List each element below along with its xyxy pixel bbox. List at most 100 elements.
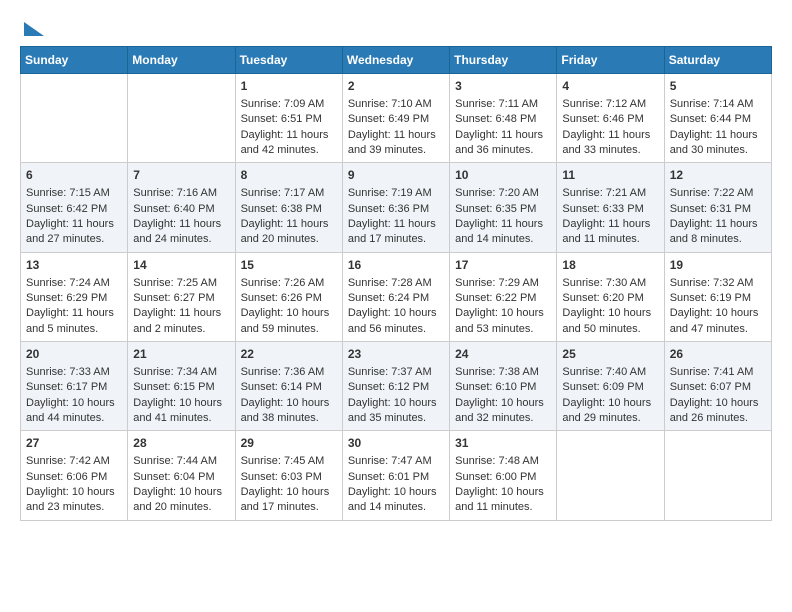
daylight-text: Daylight: 10 hours and 26 minutes. xyxy=(670,397,759,424)
daylight-text: Daylight: 11 hours and 11 minutes. xyxy=(562,218,650,245)
sunrise-text: Sunrise: 7:34 AM xyxy=(133,366,217,378)
sunset-text: Sunset: 6:33 PM xyxy=(562,203,643,215)
sunset-text: Sunset: 6:51 PM xyxy=(241,113,322,125)
daylight-text: Daylight: 10 hours and 32 minutes. xyxy=(455,397,544,424)
sunset-text: Sunset: 6:15 PM xyxy=(133,381,214,393)
calendar-cell: 22 Sunrise: 7:36 AM Sunset: 6:14 PM Dayligh… xyxy=(235,342,342,431)
day-number: 18 xyxy=(562,257,658,274)
calendar-cell: 24 Sunrise: 7:38 AM Sunset: 6:10 PM Dayligh… xyxy=(450,342,557,431)
sunrise-text: Sunrise: 7:20 AM xyxy=(455,187,539,199)
sunset-text: Sunset: 6:29 PM xyxy=(26,292,107,304)
calendar-table: SundayMondayTuesdayWednesdayThursdayFrid… xyxy=(20,46,772,521)
calendar-cell: 10Sunrise: 7:20 AMSunset: 6:35 PMDayligh… xyxy=(450,163,557,252)
day-number: 30 xyxy=(348,435,444,452)
page-header xyxy=(20,20,772,36)
calendar-header-row: SundayMondayTuesdayWednesdayThursdayFrid… xyxy=(21,47,772,74)
sunrise-text: Sunrise: 7:09 AM xyxy=(241,98,325,110)
day-number: 6 xyxy=(26,167,122,184)
daylight-text: Daylight: 10 hours and 14 minutes. xyxy=(348,486,437,513)
day-number: 5 xyxy=(670,78,766,95)
calendar-cell xyxy=(128,74,235,163)
sunset-text: Sunset: 6:12 PM xyxy=(348,381,429,393)
sunset-text: Sunset: 6:44 PM xyxy=(670,113,751,125)
calendar-week-row: 20Sunrise: 7:33 AMSunset: 6:17 PMDayligh… xyxy=(21,342,772,431)
sunset-text: Sunset: 6:07 PM xyxy=(670,381,751,393)
daylight-text: Daylight: 10 hours and 11 minutes. xyxy=(455,486,544,513)
daylight-text: Daylight: 11 hours and 8 minutes. xyxy=(670,218,758,245)
calendar-cell xyxy=(557,431,664,520)
calendar-cell: 25Sunrise: 7:40 AMSunset: 6:09 PMDayligh… xyxy=(557,342,664,431)
sunset-text: Sunset: 6:48 PM xyxy=(455,113,536,125)
calendar-cell: 19Sunrise: 7:32 AMSunset: 6:19 PMDayligh… xyxy=(664,252,771,341)
sunset-text: Sunset: 6:31 PM xyxy=(670,203,751,215)
day-number: 31 xyxy=(455,435,551,452)
day-number: 12 xyxy=(670,167,766,184)
sunrise-text: Sunrise: 7:47 AM xyxy=(348,455,432,467)
sunrise-text: Sunrise: 7:19 AM xyxy=(348,187,432,199)
sunrise-text: Sunrise: 7:25 AM xyxy=(133,277,217,289)
sunset-text: Sunset: 6:46 PM xyxy=(562,113,643,125)
sunrise-text: Sunrise: 7:45 AM xyxy=(241,455,325,467)
sunrise-text: Sunrise: 7:14 AM xyxy=(670,98,754,110)
calendar-cell: 28Sunrise: 7:44 AMSunset: 6:04 PMDayligh… xyxy=(128,431,235,520)
daylight-text: Daylight: 10 hours and 29 minutes. xyxy=(562,397,651,424)
sunset-text: Sunset: 6:24 PM xyxy=(348,292,429,304)
logo xyxy=(20,20,44,36)
calendar-cell: 23Sunrise: 7:37 AMSunset: 6:12 PMDayligh… xyxy=(342,342,449,431)
sunset-text: Sunset: 6:35 PM xyxy=(455,203,536,215)
calendar-week-row: 13Sunrise: 7:24 AMSunset: 6:29 PMDayligh… xyxy=(21,252,772,341)
calendar-cell: 18Sunrise: 7:30 AMSunset: 6:20 PMDayligh… xyxy=(557,252,664,341)
calendar-cell: 11Sunrise: 7:21 AMSunset: 6:33 PMDayligh… xyxy=(557,163,664,252)
sunrise-text: Sunrise: 7:32 AM xyxy=(670,277,754,289)
day-number: 13 xyxy=(26,257,122,274)
calendar-cell: 21Sunrise: 7:34 AMSunset: 6:15 PMDayligh… xyxy=(128,342,235,431)
sunset-text: Sunset: 6:10 PM xyxy=(455,381,536,393)
daylight-text: Daylight: 11 hours and 24 minutes. xyxy=(133,218,221,245)
sunrise-text: Sunrise: 7:26 AM xyxy=(241,277,325,289)
sunset-text: Sunset: 6:38 PM xyxy=(241,203,322,215)
day-number: 22 xyxy=(241,346,337,363)
daylight-text: Daylight: 11 hours and 5 minutes. xyxy=(26,307,114,334)
sunset-text: Sunset: 6:27 PM xyxy=(133,292,214,304)
daylight-text: Daylight: 10 hours and 23 minutes. xyxy=(26,486,115,513)
calendar-cell: 27 Sunrise: 7:42 AM Sunset: 6:06 PM Dayligh… xyxy=(21,431,128,520)
daylight-text: Daylight: 11 hours and 17 minutes. xyxy=(348,218,436,245)
calendar-cell: 3Sunrise: 7:11 AMSunset: 6:48 PMDaylight… xyxy=(450,74,557,163)
calendar-day-header: Friday xyxy=(557,47,664,74)
daylight-text: Daylight: 10 hours and 17 minutes. xyxy=(241,486,330,513)
sunrise-text: Sunrise: 7:16 AM xyxy=(133,187,217,199)
sunrise-text: Sunrise: 7:10 AM xyxy=(348,98,432,110)
sunset-text: Sunset: 6:14 PM xyxy=(241,381,322,393)
daylight-text: Daylight: 10 hours and 38 minutes. xyxy=(241,397,330,424)
calendar-day-header: Tuesday xyxy=(235,47,342,74)
calendar-cell: 4Sunrise: 7:12 AMSunset: 6:46 PMDaylight… xyxy=(557,74,664,163)
day-number: 3 xyxy=(455,78,551,95)
day-number: 17 xyxy=(455,257,551,274)
day-number: 27 xyxy=(26,435,122,452)
day-number: 4 xyxy=(562,78,658,95)
sunrise-text: Sunrise: 7:36 AM xyxy=(241,366,325,378)
calendar-cell: 15Sunrise: 7:26 AMSunset: 6:26 PMDayligh… xyxy=(235,252,342,341)
daylight-text: Daylight: 10 hours and 47 minutes. xyxy=(670,307,759,334)
sunset-text: Sunset: 6:01 PM xyxy=(348,471,429,483)
calendar-cell: 9Sunrise: 7:19 AMSunset: 6:36 PMDaylight… xyxy=(342,163,449,252)
sunrise-text: Sunrise: 7:38 AM xyxy=(455,366,539,378)
daylight-text: Daylight: 11 hours and 2 minutes. xyxy=(133,307,221,334)
calendar-cell: 14Sunrise: 7:25 AMSunset: 6:27 PMDayligh… xyxy=(128,252,235,341)
daylight-text: Daylight: 10 hours and 50 minutes. xyxy=(562,307,651,334)
calendar-cell: 5Sunrise: 7:14 AMSunset: 6:44 PMDaylight… xyxy=(664,74,771,163)
sunrise-text: Sunrise: 7:42 AM xyxy=(26,455,110,467)
sunrise-text: Sunrise: 7:41 AM xyxy=(670,366,754,378)
day-number: 24 xyxy=(455,346,551,363)
day-number: 11 xyxy=(562,167,658,184)
sunrise-text: Sunrise: 7:15 AM xyxy=(26,187,110,199)
day-number: 7 xyxy=(133,167,229,184)
daylight-text: Daylight: 10 hours and 44 minutes. xyxy=(26,397,115,424)
sunset-text: Sunset: 6:00 PM xyxy=(455,471,536,483)
daylight-text: Daylight: 10 hours and 59 minutes. xyxy=(241,307,330,334)
logo-arrow-icon xyxy=(24,22,44,36)
sunset-text: Sunset: 6:06 PM xyxy=(26,471,107,483)
calendar-week-row: 27 Sunrise: 7:42 AM Sunset: 6:06 PM Dayligh… xyxy=(21,431,772,520)
sunrise-text: Sunrise: 7:29 AM xyxy=(455,277,539,289)
day-number: 15 xyxy=(241,257,337,274)
